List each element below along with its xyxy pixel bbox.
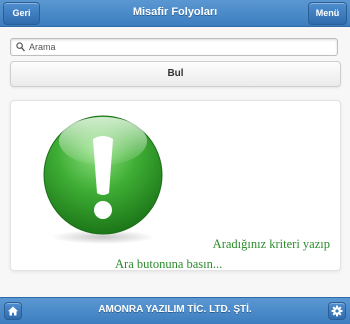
exclamation-icon (43, 115, 163, 244)
header-bar: Geri Misafir Folyoları Menü (0, 0, 350, 27)
search-box[interactable] (10, 38, 338, 56)
page-title: Misafir Folyoları (132, 6, 218, 18)
home-button[interactable] (4, 302, 22, 320)
message-line-1: Aradığınız kriteri yazıp (212, 237, 330, 251)
search-icon (16, 42, 25, 52)
menu-button[interactable]: Menü (308, 2, 347, 25)
company-name: AMONRA YAZILIM TİC. LTD. ŞTİ. (98, 304, 252, 315)
find-button[interactable]: Bul (10, 61, 341, 87)
home-icon (8, 306, 18, 316)
gear-icon (331, 305, 343, 317)
search-input[interactable] (29, 39, 329, 55)
message-card: Aradığınız kriteri yazıp Ara butonuna ba… (10, 100, 341, 271)
message-line-2: Ara butonuna basın... (115, 257, 223, 271)
back-button[interactable]: Geri (3, 2, 40, 25)
settings-button[interactable] (328, 302, 346, 320)
footer-bar: AMONRA YAZILIM TİC. LTD. ŞTİ. (0, 297, 350, 324)
